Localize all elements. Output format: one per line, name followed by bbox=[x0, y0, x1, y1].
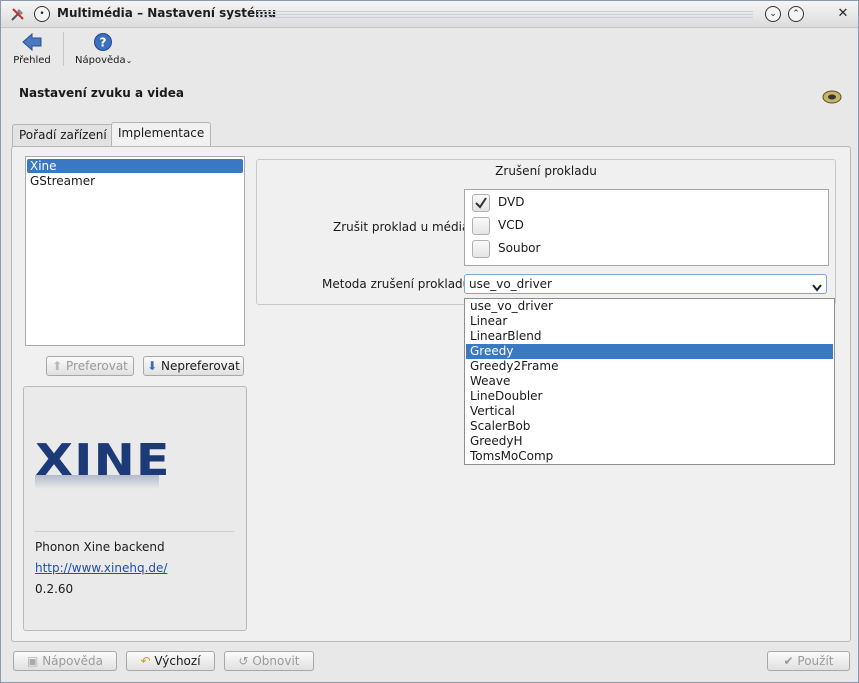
list-item[interactable]: Linear bbox=[466, 314, 833, 329]
method-dropdown-list[interactable]: use_vo_driver Linear LinearBlend Greedy … bbox=[464, 298, 835, 465]
list-item[interactable]: Weave bbox=[466, 374, 833, 389]
help-menu-button[interactable]: ? Nápověda⌄ bbox=[75, 32, 133, 66]
backend-url-link[interactable]: http://www.xinehq.de/ bbox=[35, 561, 167, 575]
info-divider bbox=[34, 531, 234, 532]
title-bar[interactable]: • Multimédia – Nastavení systému ⌄ ⌃ ✕ bbox=[1, 1, 858, 28]
tab-implementation[interactable]: Implementace bbox=[111, 122, 212, 147]
reset-button-label: Obnovit bbox=[252, 654, 300, 668]
page-title: Nastavení zvuku a videa bbox=[19, 86, 184, 100]
unprefer-label: Nepreferovat bbox=[161, 359, 240, 373]
overview-label: Přehled bbox=[13, 55, 51, 66]
toolbar-separator bbox=[63, 32, 64, 66]
backend-version: 0.2.60 bbox=[35, 582, 74, 596]
prefer-button[interactable]: ⬆ Preferovat bbox=[46, 356, 134, 376]
backend-list[interactable]: Xine GStreamer bbox=[25, 156, 245, 346]
toolbar: Přehled ? Nápověda⌄ bbox=[1, 28, 858, 72]
tab-device-order[interactable]: Pořadí zařízení bbox=[12, 124, 114, 147]
minimize-icon[interactable]: ⌄ bbox=[765, 6, 781, 22]
list-item[interactable]: Vertical bbox=[466, 404, 833, 419]
prefer-label: Preferovat bbox=[66, 359, 128, 373]
help-icon: ? bbox=[94, 33, 112, 51]
check-icon bbox=[475, 197, 487, 209]
maximize-icon[interactable]: ⌃ bbox=[788, 6, 804, 22]
vcd-label: VCD bbox=[498, 218, 524, 232]
back-arrow-icon bbox=[22, 32, 42, 52]
method-label: Metoda zrušení prokladu: bbox=[322, 277, 475, 291]
help-label: Nápověda bbox=[75, 55, 126, 66]
method-select[interactable]: use_vo_driver bbox=[464, 274, 827, 294]
vcd-checkbox[interactable] bbox=[472, 217, 490, 235]
reset-button[interactable]: ↺ Obnovit bbox=[224, 651, 314, 671]
apply-button[interactable]: ✔ Použít bbox=[767, 651, 850, 671]
backend-info-panel: XINE Phonon Xine backend http://www.xine… bbox=[23, 386, 247, 631]
list-item[interactable]: GStreamer bbox=[27, 174, 243, 188]
group-title: Zrušení prokladu bbox=[495, 164, 597, 178]
speaker-icon bbox=[821, 87, 843, 105]
method-value: use_vo_driver bbox=[469, 277, 552, 291]
media-checklist[interactable]: DVD VCD Soubor bbox=[464, 189, 829, 266]
list-item[interactable]: Greedy bbox=[466, 344, 833, 359]
up-arrow-icon: ⬆ bbox=[52, 359, 63, 373]
backend-name: Phonon Xine backend bbox=[35, 540, 165, 554]
dvd-label: DVD bbox=[498, 195, 525, 209]
window-menu-icon[interactable]: • bbox=[34, 6, 50, 22]
help-button[interactable]: ▣ Nápověda bbox=[13, 651, 117, 671]
svg-text:?: ? bbox=[100, 36, 107, 50]
file-checkbox[interactable] bbox=[472, 240, 490, 258]
defaults-button-label: Výchozí bbox=[154, 654, 201, 668]
help-button-label: Nápověda bbox=[42, 654, 103, 668]
tools-icon[interactable] bbox=[10, 6, 26, 22]
xine-logo: XINE bbox=[35, 439, 170, 499]
overview-button[interactable]: Přehled bbox=[9, 32, 55, 66]
window-title: Multimédia – Nastavení systému bbox=[57, 6, 277, 20]
list-item[interactable]: ScalerBob bbox=[466, 419, 833, 434]
media-label: Zrušit proklad u média: bbox=[333, 220, 474, 234]
window: • Multimédia – Nastavení systému ⌄ ⌃ ✕ P… bbox=[0, 0, 859, 683]
title-decoration bbox=[257, 11, 753, 18]
apply-check-icon: ✔ bbox=[783, 654, 794, 668]
file-label: Soubor bbox=[498, 241, 541, 255]
list-item[interactable]: Xine bbox=[27, 159, 243, 173]
list-item[interactable]: LinearBlend bbox=[466, 329, 833, 344]
list-item[interactable]: Greedy2Frame bbox=[466, 359, 833, 374]
list-item[interactable]: GreedyH bbox=[466, 434, 833, 449]
defaults-button[interactable]: ↶ Výchozí bbox=[126, 651, 215, 671]
list-item[interactable]: use_vo_driver bbox=[466, 299, 833, 314]
defaults-icon: ↶ bbox=[140, 654, 151, 668]
list-item[interactable]: LineDoubler bbox=[466, 389, 833, 404]
dropdown-arrow-icon: ⌄ bbox=[125, 56, 133, 65]
unprefer-button[interactable]: ⬇ Nepreferovat bbox=[143, 356, 244, 376]
xine-logo-reflection bbox=[35, 475, 159, 489]
dvd-checkbox[interactable] bbox=[472, 194, 490, 212]
apply-button-label: Použít bbox=[797, 654, 834, 668]
help-book-icon: ▣ bbox=[27, 654, 39, 668]
list-item[interactable]: TomsMoComp bbox=[466, 449, 833, 464]
down-arrow-icon: ⬇ bbox=[147, 359, 158, 373]
reset-icon: ↺ bbox=[238, 654, 249, 668]
close-icon[interactable]: ✕ bbox=[835, 6, 851, 22]
chevron-down-icon bbox=[812, 279, 822, 297]
